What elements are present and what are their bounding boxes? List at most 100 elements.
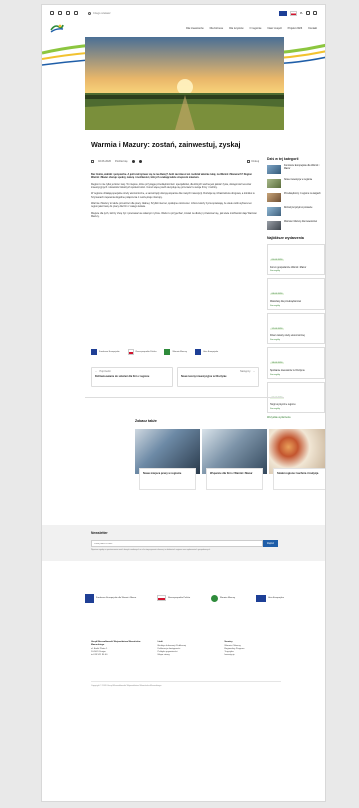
related-title: Nowe miejsca pracy w regionie <box>143 472 182 475</box>
logo-ue: Unia Europejska <box>194 348 218 356</box>
rp-logo: Rzeczpospolita Polska <box>157 595 190 601</box>
share-x-icon[interactable] <box>138 160 143 164</box>
sidebar-item[interactable]: Rozwój turystyki w powiecie <box>267 207 325 216</box>
article-date: 02.06.2026 <box>98 160 111 164</box>
facebook-icon[interactable] <box>50 11 54 15</box>
section-divider <box>85 397 284 398</box>
search-box[interactable]: Czego szukasz <box>88 11 111 15</box>
newsletter-form: Zapisz <box>91 540 278 547</box>
related-card-body: Wsparcie dla firm z Warmii i Mazur <box>206 468 263 490</box>
accessibility-icon[interactable] <box>306 11 310 15</box>
event-card[interactable]: 18.06.2026 Spotkanie inwestorów w Olsztyn… <box>267 347 325 379</box>
event-more-link[interactable]: Szczegóły <box>270 339 322 341</box>
event-card[interactable]: 05.06.2026 Forum gospodarcze Warmii i Maz… <box>267 244 325 276</box>
logo-fe: Fundusze Europejskie <box>91 348 120 356</box>
prev-label: Poprzedni <box>99 370 111 373</box>
funding-logos: Fundusze Europejskie dla Warmii i Mazur … <box>85 585 284 611</box>
footer-link[interactable]: Inwestycje <box>224 654 281 657</box>
sidebar-item-title: Fundusze Europejskie dla Warmii i Mazur <box>284 165 320 170</box>
newsletter-consent-note: Wyrażam zgodę na przetwarzanie moich dan… <box>91 549 211 551</box>
nav-item-tourists[interactable]: Dla turystów <box>229 27 243 30</box>
sidebar-heading: Dziś w tej kategorii <box>267 157 299 161</box>
footer-heading: Serwisy <box>224 641 233 643</box>
footer-heading: Linki <box>157 641 163 643</box>
related-title: Wsparcie dla firm z Warmii i Mazur <box>210 472 253 475</box>
prev-post-link[interactable]: ← Poprzedni Dofinansowanie do szkoleń dla… <box>91 367 173 387</box>
related-card[interactable]: Smaki regionu: kuchnia i tradycja <box>269 429 325 509</box>
event-card[interactable]: 12.06.2026 Dzień otwarty strefy ekonomicz… <box>267 312 325 345</box>
sidebar-item[interactable]: Przedsiębiorcy z regionu na targach <box>267 193 325 202</box>
sidebar-item-title: Nowe inwestycje w regionie <box>284 179 313 181</box>
main-nav-row: Dla inwestorów Dla biznesu Dla turystów … <box>42 21 325 35</box>
related-card[interactable]: Wsparcie dla firm z Warmii i Mazur <box>202 429 267 509</box>
sidebar-item[interactable]: Warmia i Mazury dla inwestorów <box>267 221 325 230</box>
related-heading: Zobacz także <box>135 419 157 423</box>
sidebar-item-title: Rozwój turystyki w powiecie <box>284 207 313 209</box>
nav-item-project[interactable]: Projekt 2026 <box>288 27 303 30</box>
search-placeholder[interactable]: Czego szukasz <box>93 12 111 15</box>
language-selector[interactable]: PL <box>300 12 303 15</box>
sidebar-item[interactable]: Fundusze Europejskie dla Warmii i Mazur <box>267 165 325 174</box>
arrow-left-icon: ← <box>95 370 98 373</box>
calendar-icon <box>91 160 94 164</box>
next-post-title: Nowe tereny inwestycyjne w Olsztynie <box>181 375 227 379</box>
nav-item-team[interactable]: Nasz zespół <box>267 27 281 30</box>
linkedin-icon[interactable] <box>66 11 70 15</box>
nav-item-contact[interactable]: Kontakt <box>308 27 317 30</box>
all-events-link[interactable]: Wszystkie wydarzenia <box>267 416 325 419</box>
thumbnail <box>267 207 281 216</box>
share-facebook-icon[interactable] <box>131 160 135 164</box>
next-post-link[interactable]: Następny → Nowe tereny inwestycyjne w Ols… <box>177 367 259 387</box>
event-title: Warsztaty dla przedsiębiorców <box>270 300 302 303</box>
fe-logo: Fundusze Europejskie dla Warmii i Mazur <box>85 593 136 603</box>
event-more-link[interactable]: Szczegóły <box>270 270 322 272</box>
article-paragraph: Miejsce dla tych, którzy chcą żyć i prac… <box>91 211 258 219</box>
print-button[interactable]: Drukuj <box>246 160 259 164</box>
nav-item-region[interactable]: O regionie <box>250 27 262 30</box>
newsletter-email-input[interactable] <box>91 540 263 547</box>
article-title: Warmia i Mazury: zostań, zainwestuj, zys… <box>91 140 241 149</box>
thumbnail <box>267 165 281 174</box>
related-card-body: Smaki regionu: kuchnia i tradycja <box>273 468 325 490</box>
printer-icon <box>246 160 250 164</box>
thumbnail <box>267 221 281 230</box>
next-label: Następny <box>239 370 251 373</box>
newsletter-heading: Newsletter <box>91 531 108 535</box>
rss-icon[interactable] <box>74 11 78 15</box>
event-more-link[interactable]: Szczegóły <box>270 374 322 376</box>
youtube-icon[interactable] <box>58 11 62 15</box>
search-icon[interactable] <box>88 11 91 15</box>
pl-flag-icon <box>289 10 297 16</box>
footer-col-services: Serwisy Warmia i Mazury Regionalny Progr… <box>224 641 281 657</box>
related-card-body: Nowe miejsca pracy w regionie <box>139 468 196 490</box>
event-card[interactable]: 08.06.2026 Warsztaty dla przedsiębiorców S… <box>267 278 325 310</box>
article-funding-logos: Fundusze Europejskie Rzeczpospolita Pols… <box>91 345 259 359</box>
top-bar: Czego szukasz PL <box>42 5 325 21</box>
nav-item-investors[interactable]: Dla inwestorów <box>186 27 204 30</box>
event-more-link[interactable]: Szczegóły <box>270 305 322 307</box>
newsletter-submit-button[interactable]: Zapisz <box>263 540 278 547</box>
event-more-link[interactable]: Szczegóły <box>270 408 322 410</box>
article-paragraph: Warmia i Mazury to także przestrzeń dla … <box>91 202 252 209</box>
event-date: 08.06.2026 <box>270 293 284 296</box>
contrast-icon[interactable] <box>313 11 317 15</box>
event-date: 05.06.2026 <box>270 259 284 261</box>
thumbnail <box>267 193 281 202</box>
event-date: 18.06.2026 <box>270 362 284 365</box>
sidebar-item[interactable]: Nowe inwestycje w regionie <box>267 179 325 188</box>
related-title: Smaki regionu: kuchnia i tradycja <box>277 472 319 475</box>
hero-image <box>85 37 284 130</box>
thumbnail <box>267 179 281 188</box>
top-right: PL <box>278 10 317 16</box>
sidebar-item-title: Przedsiębiorcy z regionu na targach <box>284 193 321 195</box>
related-card[interactable]: Nowe miejsca pracy w regionie <box>135 429 200 509</box>
site-logo[interactable] <box>50 22 64 34</box>
article-meta: 02.06.2026 Podziel się Drukuj <box>91 160 259 164</box>
page: Czego szukasz PL Dla inwestorów Dla bizn… <box>41 4 326 802</box>
footer-link[interactable]: Mapa strony <box>158 654 215 657</box>
nav-item-business[interactable]: Dla biznesu <box>210 27 224 30</box>
event-title: Targi turystyczne regionu <box>270 404 296 407</box>
share-label: Podziel się <box>114 160 128 164</box>
newsletter-section: Newsletter Zapisz Wyrażam zgodę na przet… <box>42 525 325 561</box>
event-title: Forum gospodarcze Warmii i Mazur <box>270 266 307 269</box>
